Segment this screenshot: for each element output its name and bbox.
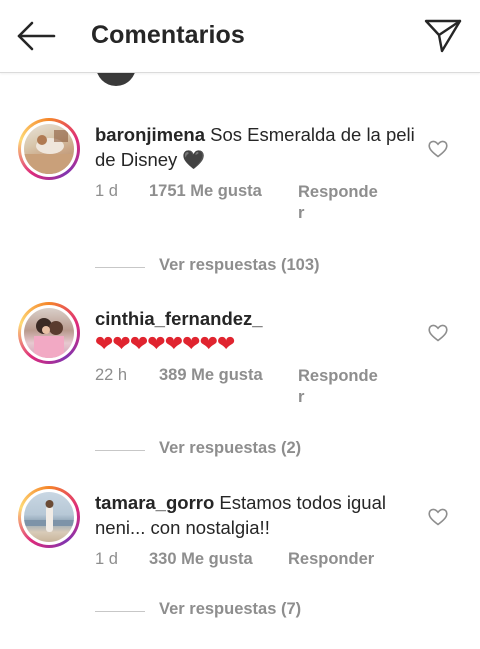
comment-time: 1 d xyxy=(95,550,118,568)
comment-likes[interactable]: 330 Me gusta xyxy=(149,550,253,569)
comment-time: 1 d xyxy=(95,182,118,200)
comment-text-block: cinthia_fernandez_ ❤❤❤❤❤❤❤❤ xyxy=(95,306,415,357)
avatar[interactable] xyxy=(18,118,80,180)
comment-username[interactable]: tamara_gorro xyxy=(95,492,214,513)
comment-likes[interactable]: 389 Me gusta xyxy=(159,366,263,385)
top-bar: Comentarios xyxy=(0,0,480,73)
avatar-photo xyxy=(24,500,74,532)
view-replies-label[interactable]: Ver respuestas (7) xyxy=(159,600,301,619)
avatar[interactable] xyxy=(18,302,80,364)
divider xyxy=(95,611,145,612)
comment-username[interactable]: cinthia_fernandez_ xyxy=(95,308,263,329)
view-replies-label[interactable]: Ver respuestas (103) xyxy=(159,256,320,275)
reply-button[interactable]: Responder xyxy=(298,366,382,408)
divider xyxy=(95,450,145,451)
page-title: Comentarios xyxy=(91,21,245,49)
heart-outline-icon[interactable] xyxy=(428,324,448,342)
paper-plane-icon[interactable] xyxy=(423,18,463,54)
comment-time: 22 h xyxy=(95,366,128,384)
divider xyxy=(95,267,145,268)
comment-text-block: baronjimena Sos Esmeralda de la peli de … xyxy=(95,122,415,172)
avatar[interactable] xyxy=(18,486,80,548)
comment-text-block: tamara_gorro Estamos todos igual neni...… xyxy=(95,490,415,540)
avatar-photo xyxy=(34,318,64,358)
heart-outline-icon[interactable] xyxy=(428,140,448,158)
reply-button[interactable]: Responder xyxy=(288,550,374,569)
comment-username[interactable]: baronjimena xyxy=(95,124,205,145)
heart-outline-icon[interactable] xyxy=(428,508,448,526)
arrow-left-icon[interactable] xyxy=(14,18,58,54)
reply-button[interactable]: Responder xyxy=(298,182,382,224)
avatar-photo xyxy=(24,130,74,174)
view-replies-label[interactable]: Ver respuestas (2) xyxy=(159,439,301,458)
comment-likes[interactable]: 1751 Me gusta xyxy=(149,182,262,201)
comment-text: ❤❤❤❤❤❤❤❤ xyxy=(95,331,235,356)
